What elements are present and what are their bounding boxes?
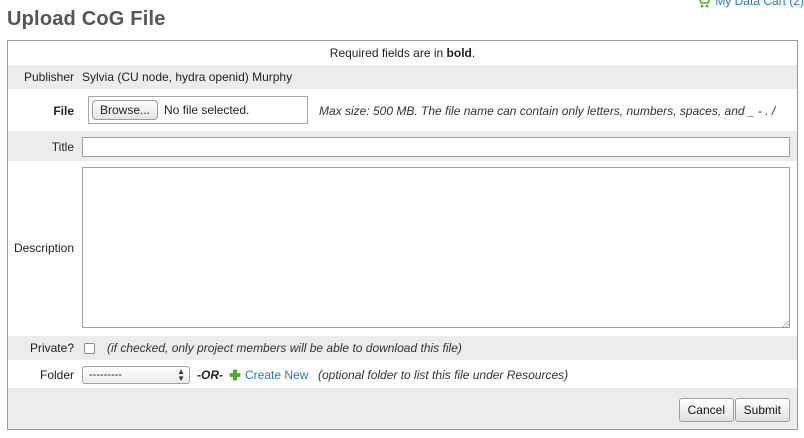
- description-textarea[interactable]: [82, 167, 790, 328]
- folder-select-value: ---------: [89, 369, 122, 381]
- file-status: No file selected.: [164, 103, 250, 117]
- description-label: Description: [13, 241, 74, 255]
- shopping-cart-icon: [699, 0, 711, 8]
- or-text: -OR-: [197, 368, 223, 382]
- file-row: File Browse... No file selected. Max siz…: [8, 89, 797, 131]
- private-checkbox[interactable]: [84, 343, 95, 354]
- title-row: Title: [8, 131, 797, 161]
- resize-grip-icon[interactable]: [782, 320, 790, 328]
- cancel-button[interactable]: Cancel: [678, 398, 734, 422]
- browse-button[interactable]: Browse...: [92, 100, 159, 120]
- private-label: Private?: [29, 341, 74, 355]
- folder-hint: (optional folder to list this file under…: [318, 368, 569, 382]
- upload-form: Required fields are in bold. Publisher S…: [7, 40, 798, 430]
- file-label: File: [53, 104, 74, 118]
- description-wrapper: [82, 167, 790, 328]
- title-label: Title: [51, 140, 74, 154]
- private-hint: (if checked, only project members will b…: [107, 341, 462, 355]
- publisher-row: Publisher Sylvia (CU node, hydra openid)…: [8, 65, 797, 89]
- required-note-suffix: .: [471, 46, 476, 60]
- file-hint: Max size: 500 MB. The file name can cont…: [319, 104, 776, 118]
- publisher-label: Publisher: [23, 70, 74, 84]
- folder-row: Folder --------- ▲ ▼ -OR- Create New (opt…: [8, 360, 797, 388]
- create-new-folder-link[interactable]: Create New: [245, 368, 308, 382]
- description-row: Description: [8, 161, 797, 332]
- select-arrows-icon: ▲ ▼: [177, 367, 185, 383]
- actions-row: Cancel Submit: [8, 388, 797, 429]
- folder-label: Folder: [39, 368, 74, 382]
- required-fields-note: Required fields are in bold.: [8, 41, 797, 65]
- my-data-cart-link[interactable]: My Data Cart (2): [695, 0, 804, 8]
- plus-icon[interactable]: [229, 369, 241, 381]
- title-input[interactable]: [82, 137, 790, 157]
- file-input[interactable]: Browse... No file selected.: [88, 96, 308, 124]
- folder-select[interactable]: --------- ▲ ▼: [82, 366, 190, 384]
- cart-label[interactable]: My Data Cart (2): [715, 0, 804, 8]
- required-note-text: Required fields are in: [329, 46, 447, 60]
- submit-button[interactable]: Submit: [734, 398, 790, 422]
- private-row: Private? (if checked, only project membe…: [8, 336, 797, 360]
- page-title: Upload CoG File: [7, 8, 166, 30]
- publisher-value: Sylvia (CU node, hydra openid) Murphy: [82, 70, 293, 84]
- required-note-bold: bold: [446, 46, 472, 60]
